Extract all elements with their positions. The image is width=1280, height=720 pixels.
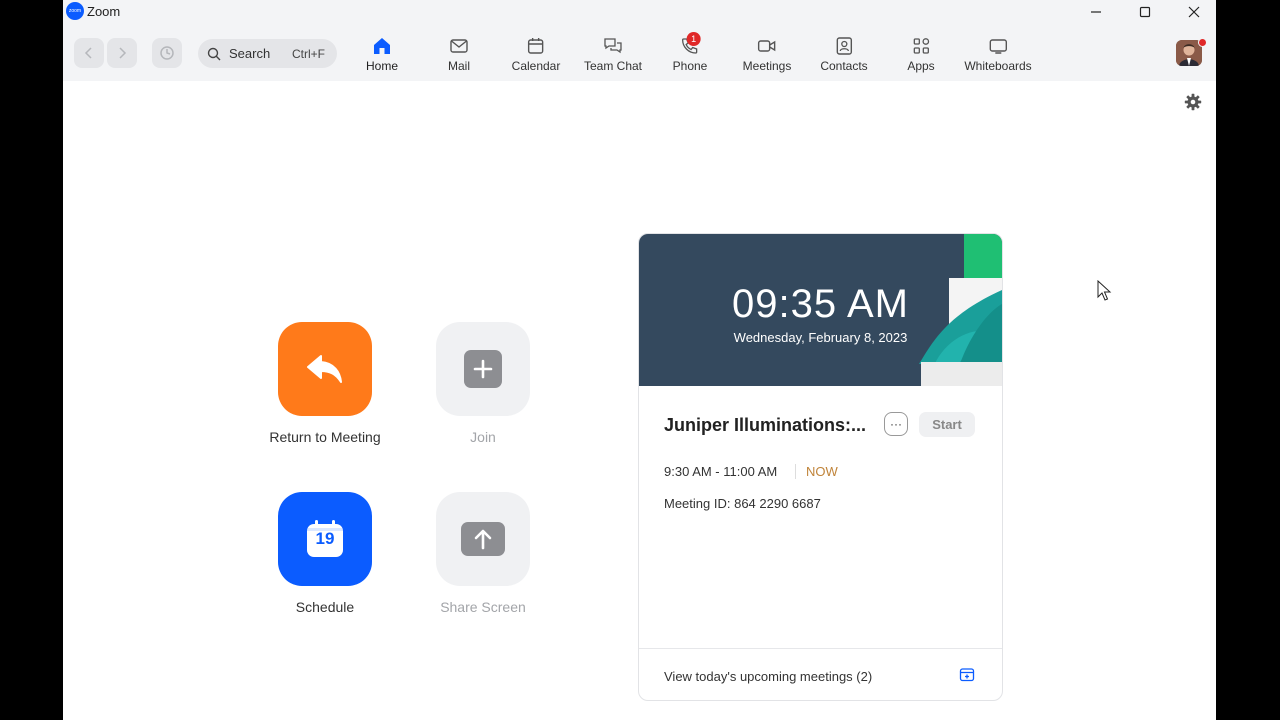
whiteboard-icon — [989, 39, 1007, 54]
now-status: NOW — [806, 464, 838, 479]
tab-label: Calendar — [511, 59, 561, 73]
upcoming-meeting-card: 09:35 AM Wednesday, February 8, 2023 Jun… — [638, 233, 1003, 701]
clock-banner: 09:35 AM Wednesday, February 8, 2023 — [639, 234, 1002, 386]
close-button[interactable] — [1171, 0, 1216, 24]
forward-button[interactable] — [107, 38, 137, 68]
schedule-button[interactable]: 19 — [278, 492, 372, 586]
start-meeting-button[interactable]: Start — [919, 412, 975, 437]
current-date: Wednesday, February 8, 2023 — [733, 330, 908, 345]
tab-calendar[interactable]: Calendar — [511, 36, 561, 76]
chevron-left-icon — [84, 47, 92, 59]
plus-icon — [464, 350, 502, 388]
tab-label: Meetings — [742, 59, 792, 73]
search-shortcut: Ctrl+F — [292, 46, 325, 61]
zoom-logo-icon: zoom — [66, 2, 84, 20]
gear-icon[interactable] — [1184, 93, 1202, 111]
return-to-meeting-button[interactable] — [278, 322, 372, 416]
tab-mail[interactable]: Mail — [448, 36, 470, 76]
tab-apps[interactable]: Apps — [907, 36, 935, 76]
view-upcoming-link[interactable]: View today's upcoming meetings (2) — [664, 669, 872, 684]
tab-meetings[interactable]: Meetings — [742, 36, 792, 76]
tab-whiteboards[interactable]: Whiteboards — [964, 36, 1032, 76]
tab-contacts[interactable]: Contacts — [820, 36, 868, 76]
share-screen-label: Share Screen — [440, 599, 526, 615]
calendar-add-icon[interactable] — [959, 666, 975, 682]
reply-arrow-icon — [307, 355, 342, 383]
tab-team-chat[interactable]: Team Chat — [584, 36, 642, 76]
more-options-button[interactable]: ··· — [884, 412, 908, 436]
search-label: Search — [229, 46, 271, 61]
tab-label: Apps — [907, 59, 935, 73]
meeting-time-range: 9:30 AM - 11:00 AM — [664, 464, 778, 479]
phone-notification-badge: 1 — [686, 32, 701, 46]
tab-label: Contacts — [820, 59, 868, 73]
mouse-cursor-icon — [1097, 280, 1112, 301]
tab-phone[interactable]: 1 Phone — [672, 32, 708, 76]
apps-icon — [913, 38, 929, 54]
history-icon — [160, 46, 174, 60]
tab-home[interactable]: Home — [366, 36, 398, 76]
minimize-icon — [1091, 11, 1101, 13]
join-label: Join — [470, 429, 496, 445]
card-footer[interactable]: View today's upcoming meetings (2) — [639, 648, 1002, 700]
title-bar: zoom Zoom — [63, 0, 1216, 24]
tab-label: Team Chat — [583, 59, 643, 73]
ellipsis-icon: ··· — [890, 417, 902, 431]
tab-label: Mail — [447, 59, 471, 73]
tab-label: Phone — [672, 59, 708, 73]
divider — [795, 464, 796, 479]
current-time: 09:35 AM — [731, 282, 909, 326]
mail-icon — [450, 39, 468, 53]
schedule-label: Schedule — [295, 599, 355, 615]
return-to-meeting-label: Return to Meeting — [269, 429, 381, 445]
maximize-button[interactable] — [1122, 0, 1168, 24]
app-title: Zoom — [87, 4, 121, 19]
calendar-icon — [528, 38, 544, 54]
search-icon — [207, 47, 221, 60]
maximize-icon — [1139, 6, 1151, 18]
top-navigation: Search Ctrl+F Home Mail Calendar Team Ch… — [63, 24, 1216, 81]
share-screen-button[interactable] — [436, 492, 530, 586]
chevron-right-icon — [119, 47, 127, 59]
status-dot — [1198, 38, 1207, 47]
join-button[interactable] — [436, 322, 530, 416]
chat-icon — [604, 38, 622, 54]
search-box[interactable]: Search Ctrl+F — [198, 39, 337, 68]
history-button[interactable] — [152, 38, 182, 68]
close-icon — [1188, 6, 1200, 18]
share-screen-icon — [461, 522, 505, 556]
schedule-day-number: 19 — [315, 529, 335, 548]
tab-label: Home — [365, 59, 399, 73]
contacts-icon — [836, 37, 852, 55]
video-icon — [758, 40, 776, 52]
back-button[interactable] — [74, 38, 104, 68]
zoom-window: zoom Zoom Search Ctrl+F Home Mail Calend… — [63, 0, 1216, 720]
meeting-title[interactable]: Juniper Illuminations:... — [664, 415, 866, 436]
tab-label: Whiteboards — [964, 59, 1032, 73]
meeting-id: Meeting ID: 864 2290 6687 — [664, 496, 821, 511]
minimize-button[interactable] — [1073, 0, 1119, 24]
home-icon — [373, 38, 390, 54]
